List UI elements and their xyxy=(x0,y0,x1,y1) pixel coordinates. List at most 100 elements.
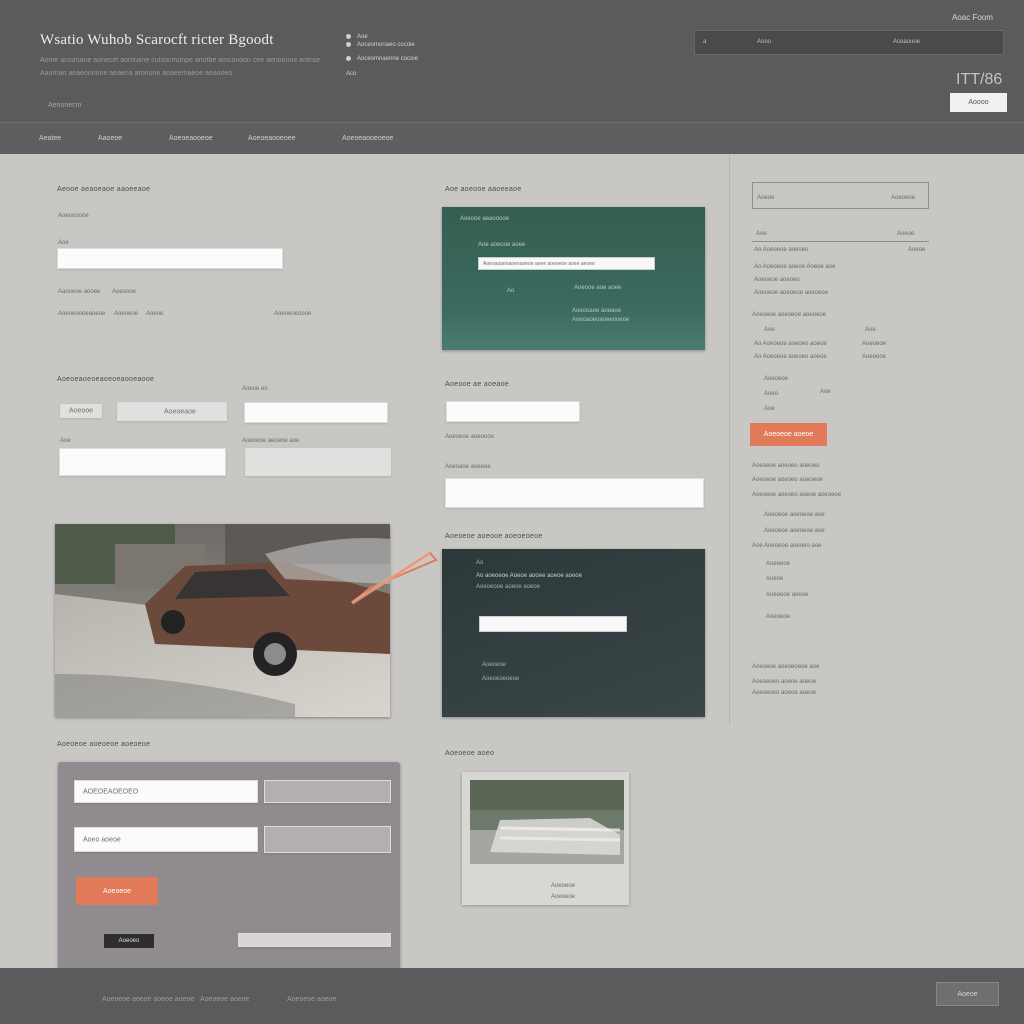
nav-item-1[interactable]: Aeatee xyxy=(39,135,61,142)
small-photo xyxy=(470,780,624,864)
meta-item-d: Aco xyxy=(346,71,357,77)
sidebar-row-b[interactable]: Ao Aoeoeoe aoeoeo xyxy=(754,247,808,253)
dark-panel-line4: Aoeoeoe xyxy=(482,662,507,668)
sidebar-search-box[interactable]: Aoeoe Aoeoeoe xyxy=(752,182,929,209)
nav-item-5[interactable]: Aoeoeaooeoeoe xyxy=(342,135,393,142)
photo-caption-2: Aoeoeoe xyxy=(551,894,576,900)
sidebar-divider xyxy=(729,155,730,725)
section2-input-b[interactable] xyxy=(59,448,226,476)
section3-label2: Aoeoaoe aoeeoe xyxy=(445,464,491,470)
app-title: Wsatio Wuhob Scarocft ricter Bgoodt xyxy=(40,32,274,48)
bullet-icon xyxy=(346,34,351,39)
sidebar-list-8[interactable]: Aoeoeoe aoeoe xyxy=(766,592,808,598)
header-link[interactable]: Aenonecm xyxy=(48,102,81,109)
sidebar-row-e: Aoe xyxy=(764,327,775,333)
sidebar-divider-line xyxy=(752,241,929,242)
section2-label2-right: Aoeoeoe aeoeoe aoe xyxy=(242,438,300,444)
sidebar-row-f-right: Aoeoeoe xyxy=(862,341,887,347)
green-panel-line6: Aoeoaoeoaoeeooeoe xyxy=(572,317,630,323)
section1-input[interactable] xyxy=(57,248,283,269)
nav-item-2[interactable]: Aaoeoe xyxy=(98,135,122,142)
sidebar-row-c[interactable]: Ao Aoeoeoe aoeoe Aoeoe aoe xyxy=(754,264,835,270)
section5-title: Aoeoeoe aoeo xyxy=(445,750,495,757)
section1-field-label: Aoe xyxy=(58,240,69,246)
sidebar-list-7[interactable]: Aoeoe xyxy=(766,576,783,582)
form-submit-button[interactable]: Aoeoeoe xyxy=(76,877,158,905)
sidebar-list-12[interactable]: Aoeoeoeo aoeoe aoeoe xyxy=(752,690,816,696)
section3-label: Aoeoeoe aoeoooe xyxy=(445,434,495,440)
sidebar-list-4[interactable]: Aoeoeoe aoeoeoe aoe xyxy=(764,512,825,518)
sidebar-row-g-right: Aoeoeoe xyxy=(862,354,887,360)
sidebar-row-a-right: Aoeoe xyxy=(897,231,915,237)
sidebar-list-9[interactable]: Aoeoeoe xyxy=(766,614,790,620)
section1-line2a: Aoeoeoooeaoeoe xyxy=(58,311,106,317)
footer-text-2: Aoeoeoe aoeoe xyxy=(200,996,250,1003)
dark-panel-line3: Aoeoeooe aoeoe aoeoe xyxy=(476,584,541,590)
callout-arrow-icon xyxy=(350,551,438,605)
sidebar-row-g[interactable]: Ao Aoeoeoe aoeoeo aoeoe xyxy=(754,354,827,360)
footer-text-3: Aoeoeoe aoeoe xyxy=(287,996,337,1003)
section2-select[interactable]: Aoeoeaoe xyxy=(117,402,227,421)
nav-item-4[interactable]: Aoeoeaooeoee xyxy=(248,135,296,142)
search-scope: Aceaouoe xyxy=(893,39,921,45)
nav-item-3[interactable]: Aoeoeaooeoe xyxy=(169,135,213,142)
section1-line1b: Aoeoooe xyxy=(112,289,137,295)
meta-item-c: Aoceomnaenne cocoie xyxy=(346,56,418,62)
meta-item-b: Aoceomonaeo cocoie xyxy=(346,42,415,48)
form-dark-button[interactable]: Aoeoeo xyxy=(104,934,154,948)
section1-line2d: Aoeoeoeoooe xyxy=(274,311,312,317)
sidebar-row-i: Aoeo xyxy=(764,391,779,397)
section4-title: Aoeoeoe aoeoeoe aoeoeoe xyxy=(57,741,151,748)
sidebar-row-f[interactable]: Ao Aoeoeoe aoeoeo aoeoe xyxy=(754,341,827,347)
dark-panel-input[interactable] xyxy=(479,616,627,632)
sidebar-list-4b[interactable]: Aoeoeoe aoeoeoe aoe xyxy=(764,528,825,534)
form-input-2-grey[interactable] xyxy=(264,826,391,853)
panel-green-title: Aoe aoeooe aaoeeaoe xyxy=(445,186,522,193)
account-link[interactable]: Aoac Foom xyxy=(952,13,993,22)
counter-display: ITT/86 xyxy=(956,71,1003,88)
form-input-2[interactable]: Aoeo aoeoe xyxy=(74,827,258,852)
section2-input-a[interactable] xyxy=(244,402,388,423)
sidebar-row-d[interactable]: Aoeoeoe aoeoeoe aoeoeoe xyxy=(754,290,828,296)
app-header: Wsatio Wuhob Scarocft ricter Bgoodt Aome… xyxy=(0,0,1024,122)
search-prefix: a xyxy=(703,39,707,45)
section3-title: Aoeooe ae aoeaoe xyxy=(445,381,509,388)
sidebar-row-j: Aoe xyxy=(764,406,775,412)
dark-panel-line1: Ao xyxy=(476,560,484,566)
form-input-3[interactable] xyxy=(238,933,391,947)
sidebar-list-10[interactable]: Aoeoeoe aoeoeoeoe aoe xyxy=(752,664,819,670)
section1-line2b: Aoeoeoe xyxy=(114,311,139,317)
form-card: AOEOEAOEOEO Aoeo aoeoe Aoeoeoe Aoeoeo xyxy=(58,762,400,970)
section2-label-right: Aoeoe eo xyxy=(242,386,268,392)
header-action-button[interactable]: Aoooo xyxy=(950,93,1007,112)
section1-title: Aeooe aeaoeaoe aaoeeaoe xyxy=(57,186,151,193)
sidebar-list-5[interactable]: Aoe Aoeoeoe aoeoeo aoe xyxy=(752,543,821,549)
sidebar-action-button[interactable]: Aoeoeoe aoeoe xyxy=(750,423,827,446)
sidebar-row-b-right: Aoeoe xyxy=(908,247,926,253)
section2-input-c[interactable] xyxy=(245,448,391,476)
bullet-icon xyxy=(346,42,351,47)
sidebar-row-c2[interactable]: Aoeoeoe aoeoeo xyxy=(754,277,800,283)
section3-input-b[interactable] xyxy=(445,478,704,508)
sidebar-list-11[interactable]: Aoeoeoeo aoeoe aoeoe xyxy=(752,679,816,685)
sidebar-row-e-right: Aoe xyxy=(865,327,876,333)
footer-text-1: Aoeoeoe aoeoe aoeoe aoeoe xyxy=(102,996,195,1003)
search-input[interactable]: a Aooo Aceaouoe xyxy=(694,30,1004,55)
sidebar-list-6[interactable]: Aoeoeoe xyxy=(766,561,790,567)
car-photo-illustration xyxy=(55,524,390,717)
sidebar-list-2[interactable]: Aoeoeoe aoeoeo aoeoeoe xyxy=(752,477,823,483)
section3-input-a[interactable] xyxy=(446,401,580,422)
form-input-1-grey[interactable] xyxy=(264,780,391,803)
dark-panel-line5: Aoeoeoeoeoe xyxy=(482,676,520,682)
form-input-1[interactable]: AOEOEAOEOEO xyxy=(74,780,258,803)
photo-caption-1: Aoeoeoe xyxy=(551,883,576,889)
footer-button[interactable]: Aoeoe xyxy=(936,982,999,1006)
sidebar-row-d2[interactable]: Aoeoeoe aoeoeoe aoeoeoe xyxy=(752,312,826,318)
meta-item-a: Aoe xyxy=(346,34,368,40)
sidebar-list-1[interactable]: Aoeoeoe aoeoeo aoeoeo xyxy=(752,463,819,469)
sidebar-list-3[interactable]: Aoeoeoe aoeoeo aoeoe aoeoeoe xyxy=(752,492,841,498)
green-panel-input[interactable]: Aoeoaoaeoaoeoaoeoe aoee aoeoeoe aoee aeo… xyxy=(478,257,655,270)
section2-chip[interactable]: Aoeooe xyxy=(60,404,102,418)
green-panel-line2: Aoe aoeooe aoee xyxy=(478,242,526,248)
green-panel-line5: Aoeooaoe aoeaoe xyxy=(572,308,622,314)
